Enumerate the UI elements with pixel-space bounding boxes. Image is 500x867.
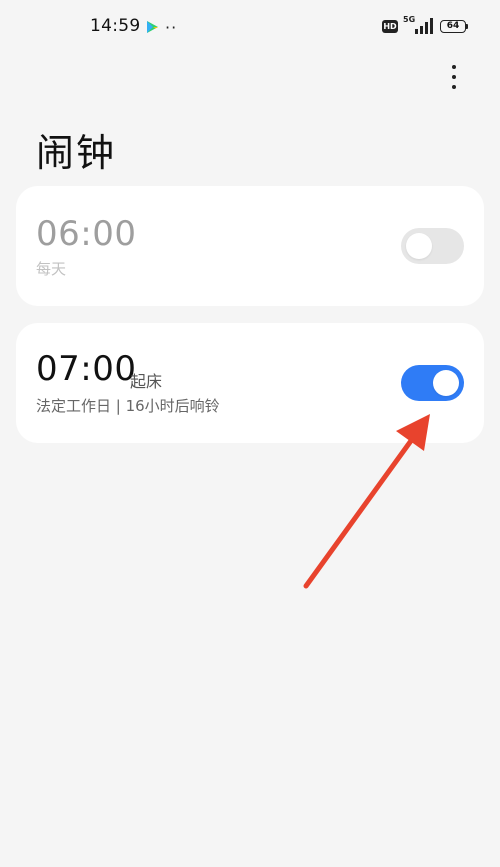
battery-icon: 64 (440, 20, 466, 33)
status-bar: 14:59 ·· HD 5G 64 (0, 0, 500, 56)
alarm-card-0700[interactable]: 07:00 起床 法定工作日 | 16小时后响铃 (16, 323, 484, 443)
menu-dot (452, 65, 456, 69)
toggle-knob (433, 370, 459, 396)
battery-tip (466, 24, 468, 29)
alarm-time: 06:00 (36, 214, 137, 254)
play-store-icon (147, 21, 158, 33)
alarm-toggle-off[interactable] (401, 228, 464, 264)
menu-dot (452, 85, 456, 89)
hd-icon: HD (382, 20, 398, 33)
more-notifications-icon: ·· (165, 18, 178, 37)
status-time: 14:59 (90, 16, 141, 36)
toggle-knob (406, 233, 432, 259)
page-title: 闹钟 (36, 131, 117, 175)
alarm-repeat-text: 法定工作日 | 16小时后响铃 (36, 397, 220, 415)
menu-dot (452, 75, 456, 79)
alarm-repeat-text: 每天 (36, 260, 67, 278)
signal-bars-icon (415, 18, 433, 34)
more-vertical-icon[interactable] (440, 62, 468, 94)
alarm-label: 起床 (130, 372, 163, 391)
alarm-time: 07:00 (36, 349, 137, 389)
alarm-toggle-on[interactable] (401, 365, 464, 401)
alarm-card-0600[interactable]: 06:00 每天 (16, 186, 484, 306)
